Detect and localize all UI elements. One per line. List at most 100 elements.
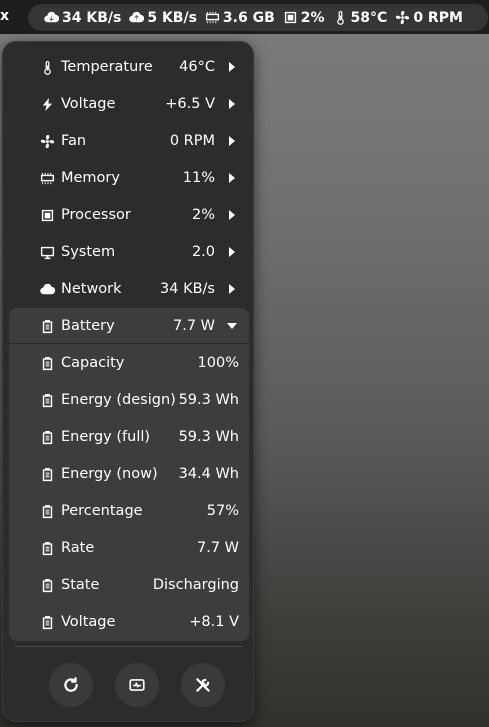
menu-item-label: Processor (61, 207, 131, 223)
submenu-item-label: Voltage (61, 614, 116, 630)
chevron-right-icon (229, 284, 235, 294)
menu-item-value: 2% (191, 207, 215, 223)
menu-item-battery[interactable]: Battery 7.7 W (9, 309, 249, 343)
system-monitor-button[interactable] (115, 663, 159, 707)
battery-icon (39, 429, 55, 445)
submenu-item-label: Energy (full) (61, 429, 151, 445)
battery-energy-now[interactable]: Energy (now) 34.4 Wh (9, 457, 249, 491)
preferences-button[interactable] (181, 663, 225, 707)
fan-icon (396, 10, 410, 25)
battery-icon (39, 577, 55, 593)
chevron-right-icon (229, 62, 235, 72)
fan-icon (39, 133, 55, 149)
chevron-right-icon (229, 99, 235, 109)
thermometer-icon (336, 10, 344, 25)
menu-item-value: 7.7 W (172, 318, 215, 334)
menu-item-label: System (61, 244, 116, 260)
submenu-item-value: Discharging (152, 577, 239, 593)
panel-edge-text: x (0, 8, 10, 24)
menu-item-label: Network (61, 281, 122, 297)
memory-chip-icon (39, 170, 55, 186)
system-monitor-icon (129, 679, 145, 691)
cloud-download-icon (44, 11, 59, 23)
battery-state[interactable]: State Discharging (9, 568, 249, 602)
menu-item-label: Memory (61, 170, 120, 186)
menu-item-network[interactable]: Network 34 KB/s (9, 272, 249, 306)
network-download-indicator: 34 KB/s (44, 10, 121, 26)
battery-capacity[interactable]: Capacity 100% (9, 346, 249, 380)
battery-rate[interactable]: Rate 7.7 W (9, 531, 249, 565)
thermometer-icon (39, 59, 55, 75)
processor-icon (284, 11, 296, 24)
battery-icon (39, 318, 55, 334)
menu-item-label: Fan (61, 133, 87, 149)
settings-tools-icon (196, 678, 210, 692)
menu-item-memory[interactable]: Memory 11% (9, 161, 249, 195)
menu-item-temperature[interactable]: Temperature 46°C (9, 50, 249, 84)
fan-speed: 0 RPM (413, 9, 463, 26)
menu-item-value: 0 RPM (169, 133, 215, 149)
submenu-item-label: Rate (61, 540, 95, 556)
system-monitor-indicator[interactable]: 34 KB/s 5 KB/s 3.6 GB 2% 58°C 0 RPM (28, 4, 488, 31)
menu-item-label: Battery (61, 318, 115, 334)
system-monitor-menu: Temperature 46°C Voltage +6.5 V Fan 0 RP… (2, 41, 254, 722)
menu-item-fan[interactable]: Fan 0 RPM (9, 124, 249, 158)
network-upload-indicator: 5 KB/s (129, 10, 197, 26)
battery-icon (39, 540, 55, 556)
submenu-item-value: 100% (197, 355, 239, 371)
refresh-icon (64, 677, 78, 692)
menu-item-value: +6.5 V (165, 96, 215, 112)
menu-item-value: 34 KB/s (160, 281, 215, 297)
chevron-right-icon (229, 136, 235, 146)
submenu-item-value: 7.7 W (196, 540, 239, 556)
lightning-icon (39, 96, 55, 112)
memory-used: 3.6 GB (222, 9, 275, 26)
submenu-item-value: 59.3 Wh (178, 392, 239, 408)
menu-item-system[interactable]: System 2.0 (9, 235, 249, 269)
submenu-item-value: 59.3 Wh (178, 429, 239, 445)
chevron-right-icon (229, 247, 235, 257)
battery-energy-full[interactable]: Energy (full) 59.3 Wh (9, 420, 249, 454)
submenu-item-label: Percentage (61, 503, 143, 519)
battery-percentage[interactable]: Percentage 57% (9, 494, 249, 528)
upload-speed: 5 KB/s (147, 9, 197, 26)
menu-item-label: Voltage (61, 96, 116, 112)
menu-item-value: 46°C (179, 59, 215, 75)
battery-icon (39, 503, 55, 519)
monitor-icon (39, 244, 55, 260)
processor-indicator: 2% (283, 10, 325, 26)
battery-icon (39, 355, 55, 371)
menu-separator (15, 646, 243, 647)
cloud-upload-icon (129, 11, 145, 23)
processor-icon (39, 207, 55, 223)
battery-voltage[interactable]: Voltage +8.1 V (9, 605, 249, 639)
top-panel: x 34 KB/s 5 KB/s 3.6 GB 2% 58°C 0 RPM (0, 0, 489, 34)
menu-item-processor[interactable]: Processor 2% (9, 198, 249, 232)
chevron-right-icon (229, 210, 235, 220)
download-speed: 34 KB/s (62, 9, 122, 26)
battery-icon (39, 614, 55, 630)
submenu-item-value: 57% (206, 503, 239, 519)
menu-item-value: 2.0 (191, 244, 215, 260)
processor-usage: 2% (300, 9, 325, 26)
submenu-divider (9, 343, 249, 344)
menu-item-voltage[interactable]: Voltage +6.5 V (9, 87, 249, 121)
refresh-button[interactable] (49, 663, 93, 707)
menu-item-label: Temperature (61, 59, 153, 75)
memory-chip-icon (205, 11, 219, 24)
chevron-down-icon (227, 323, 237, 329)
memory-indicator: 3.6 GB (205, 10, 275, 26)
submenu-item-value: 34.4 Wh (178, 466, 239, 482)
temperature-indicator: 58°C (333, 9, 388, 26)
submenu-item-label: Capacity (61, 355, 125, 371)
cloud-icon (39, 281, 55, 297)
battery-energy-design[interactable]: Energy (design) 59.3 Wh (9, 383, 249, 417)
menu-item-value: 11% (182, 170, 215, 186)
submenu-item-label: Energy (design) (61, 392, 176, 408)
chevron-right-icon (229, 173, 235, 183)
fan-indicator: 0 RPM (395, 10, 463, 26)
battery-icon (39, 392, 55, 408)
battery-icon (39, 466, 55, 482)
temperature-value: 58°C (350, 9, 388, 26)
submenu-item-label: Energy (now) (61, 466, 158, 482)
